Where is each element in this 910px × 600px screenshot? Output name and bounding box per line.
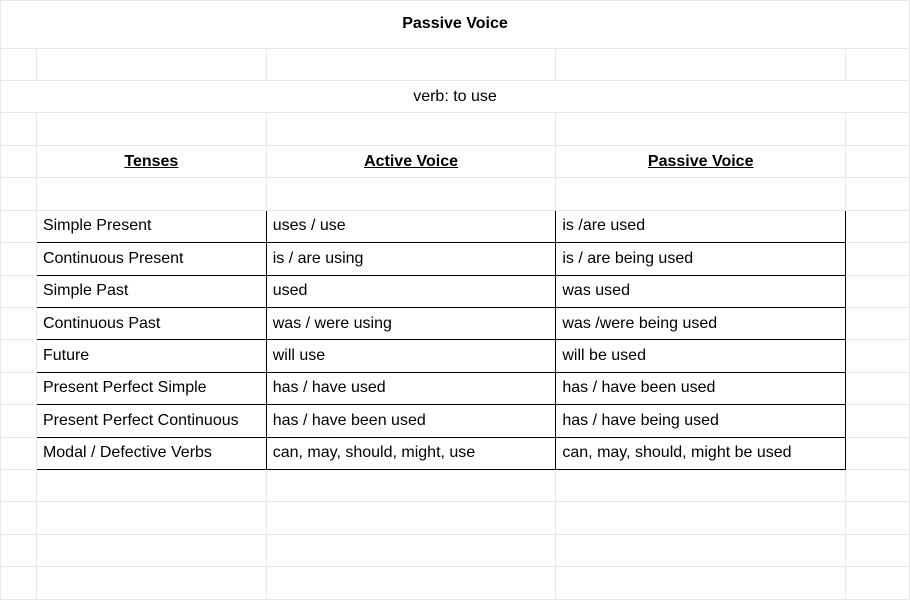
empty-cell <box>1 437 37 469</box>
tense-cell: Present Perfect Continuous <box>36 405 266 437</box>
empty-cell <box>36 48 266 80</box>
passive-cell: can, may, should, might be used <box>556 437 846 469</box>
empty-cell <box>1 113 37 145</box>
empty-cell <box>1 243 37 275</box>
empty-cell <box>846 340 910 372</box>
empty-cell <box>846 307 910 339</box>
empty-cell <box>846 502 910 534</box>
passive-cell: will be used <box>556 340 846 372</box>
empty-cell <box>846 210 910 242</box>
active-cell: has / have used <box>266 372 556 404</box>
empty-cell <box>36 534 266 566</box>
empty-cell <box>846 372 910 404</box>
empty-cell <box>846 243 910 275</box>
column-header-active: Active Voice <box>266 145 556 177</box>
table-row: Continuous Present is / are using is / a… <box>1 243 910 275</box>
empty-cell <box>1 210 37 242</box>
empty-cell <box>1 307 37 339</box>
table-row: Future will use will be used <box>1 340 910 372</box>
empty-cell <box>846 437 910 469</box>
table-row: Present Perfect Continuous has / have be… <box>1 405 910 437</box>
empty-cell <box>1 534 37 566</box>
empty-cell <box>266 567 556 600</box>
tense-cell: Future <box>36 340 266 372</box>
table-row: Simple Past used was used <box>1 275 910 307</box>
active-cell: used <box>266 275 556 307</box>
tense-cell: Simple Past <box>36 275 266 307</box>
empty-cell <box>846 567 910 600</box>
active-cell: will use <box>266 340 556 372</box>
empty-cell <box>1 567 37 600</box>
passive-cell: was used <box>556 275 846 307</box>
empty-cell <box>846 470 910 502</box>
passive-cell: is / are being used <box>556 243 846 275</box>
active-cell: was / were using <box>266 307 556 339</box>
empty-cell <box>846 275 910 307</box>
passive-cell: has / have been used <box>556 372 846 404</box>
empty-cell <box>556 534 846 566</box>
empty-cell <box>556 48 846 80</box>
empty-cell <box>36 502 266 534</box>
empty-cell <box>1 178 37 210</box>
empty-cell <box>1 470 37 502</box>
empty-cell <box>846 145 910 177</box>
table-row: Present Perfect Simple has / have used h… <box>1 372 910 404</box>
active-cell: uses / use <box>266 210 556 242</box>
empty-cell <box>846 113 910 145</box>
table-row: Continuous Past was / were using was /we… <box>1 307 910 339</box>
empty-cell <box>266 534 556 566</box>
empty-cell <box>556 178 846 210</box>
empty-cell <box>556 502 846 534</box>
active-cell: can, may, should, might, use <box>266 437 556 469</box>
empty-cell <box>846 178 910 210</box>
empty-cell <box>1 340 37 372</box>
empty-cell <box>1 145 37 177</box>
table-row: Simple Present uses / use is /are used <box>1 210 910 242</box>
column-header-passive: Passive Voice <box>556 145 846 177</box>
verb-label: verb: to use <box>1 80 910 112</box>
empty-cell <box>36 178 266 210</box>
tense-cell: Continuous Past <box>36 307 266 339</box>
empty-cell <box>556 113 846 145</box>
tense-cell: Modal / Defective Verbs <box>36 437 266 469</box>
empty-cell <box>1 48 37 80</box>
passive-cell: was /were being used <box>556 307 846 339</box>
empty-cell <box>266 113 556 145</box>
active-cell: has / have been used <box>266 405 556 437</box>
active-cell: is / are using <box>266 243 556 275</box>
column-header-tenses: Tenses <box>36 145 266 177</box>
empty-cell <box>846 405 910 437</box>
empty-cell <box>1 502 37 534</box>
empty-cell <box>846 534 910 566</box>
page-title: Passive Voice <box>1 1 910 49</box>
empty-cell <box>266 178 556 210</box>
tense-cell: Continuous Present <box>36 243 266 275</box>
empty-cell <box>36 470 266 502</box>
empty-cell <box>36 113 266 145</box>
empty-cell <box>1 405 37 437</box>
table-row: Modal / Defective Verbs can, may, should… <box>1 437 910 469</box>
passive-cell: has / have being used <box>556 405 846 437</box>
passive-cell: is /are used <box>556 210 846 242</box>
tense-cell: Present Perfect Simple <box>36 372 266 404</box>
empty-cell <box>266 48 556 80</box>
spreadsheet-table: Passive Voice verb: to use Tenses Active… <box>0 0 910 600</box>
empty-cell <box>36 567 266 600</box>
empty-cell <box>846 48 910 80</box>
empty-cell <box>1 372 37 404</box>
empty-cell <box>556 470 846 502</box>
empty-cell <box>556 567 846 600</box>
empty-cell <box>266 470 556 502</box>
empty-cell <box>266 502 556 534</box>
tense-cell: Simple Present <box>36 210 266 242</box>
empty-cell <box>1 275 37 307</box>
